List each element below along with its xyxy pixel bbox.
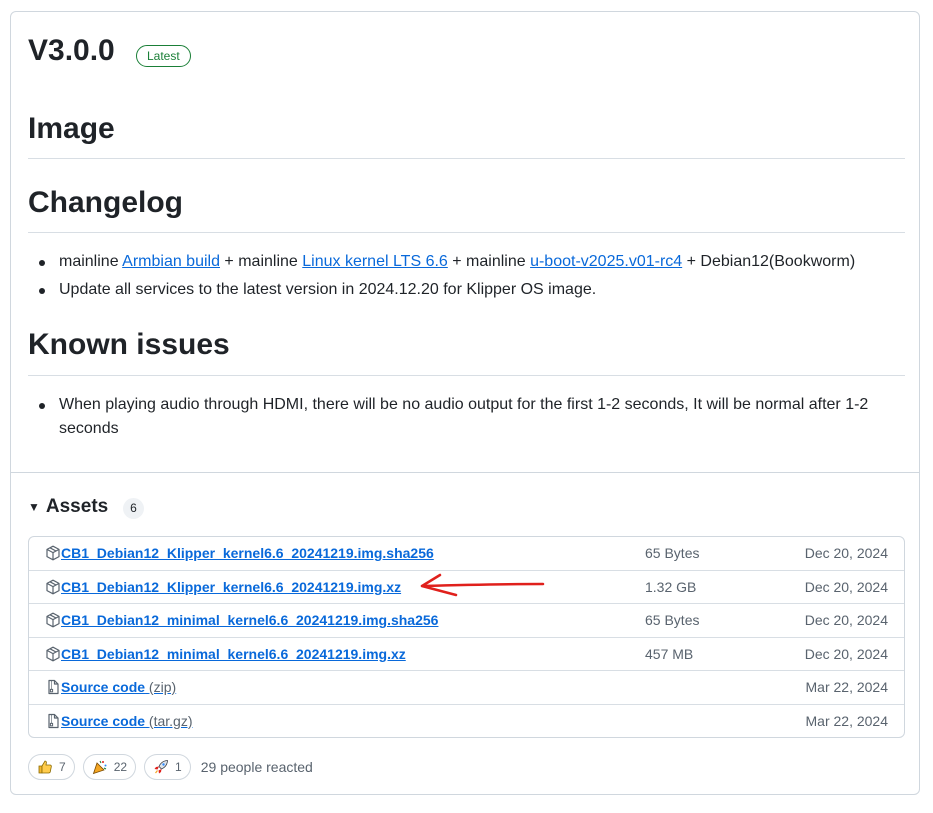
package-icon: [46, 646, 60, 661]
heading-known-issues: Known issues: [28, 328, 230, 361]
heading-divider: [28, 375, 905, 376]
asset-link[interactable]: Source code (tar.gz): [61, 713, 193, 729]
asset-name: Source code: [61, 712, 146, 729]
annotation-arrow: [420, 573, 545, 597]
file-zip-icon: [48, 679, 59, 695]
list-item: mainline Armbian build + mainline Linux …: [28, 250, 898, 274]
asset-row: CB1_Debian12_minimal_kernel6.6_20241219.…: [29, 604, 904, 638]
latest-badge: Latest: [136, 45, 191, 67]
triangle-down-icon: ▼: [28, 500, 40, 514]
reaction-count: 7: [59, 760, 66, 774]
asset-size: 65 Bytes: [645, 612, 700, 628]
release-card: V3.0.0 Latest Image Changelog mainline A…: [10, 11, 920, 795]
rocket-icon: [154, 760, 168, 774]
asset-row: CB1_Debian12_minimal_kernel6.6_20241219.…: [29, 638, 904, 671]
package-icon: [46, 545, 60, 561]
asset-name: CB1_Debian12_Klipper_kernel6.6_20241219.…: [61, 545, 434, 561]
asset-name: Source code: [61, 679, 146, 695]
reaction-count: 1: [175, 760, 182, 774]
file-zip-icon: [48, 713, 59, 728]
asset-name: CB1_Debian12_minimal_kernel6.6_20241219.…: [61, 612, 439, 628]
list-text: + Debian12(Bookworm): [682, 253, 856, 270]
asset-date: Dec 20, 2024: [804, 645, 888, 662]
reaction-hooray-button[interactable]: 22: [82, 754, 137, 780]
asset-link[interactable]: CB1_Debian12_Klipper_kernel6.6_20241219.…: [61, 579, 401, 595]
heading-divider: [28, 232, 905, 233]
assets-label: Assets: [45, 496, 109, 517]
heading-image: Image: [28, 112, 115, 145]
armbian-build-link[interactable]: Armbian build: [122, 253, 220, 270]
list-item: Update all services to the latest versio…: [28, 278, 898, 302]
asset-size: 1.32 GB: [645, 578, 697, 595]
package-icon: [46, 612, 60, 628]
asset-name: CB1_Debian12_minimal_kernel6.6_20241219.…: [61, 645, 406, 662]
changelog-list: mainline Armbian build + mainline Linux …: [28, 250, 898, 306]
asset-row: Source code (tar.gz) Mar 22, 2024: [29, 705, 904, 739]
asset-link[interactable]: CB1_Debian12_minimal_kernel6.6_20241219.…: [61, 612, 438, 628]
asset-ext: (zip): [148, 679, 177, 695]
asset-link[interactable]: Source code (zip): [61, 679, 176, 695]
list-text: + mainline: [447, 253, 531, 270]
section-divider: [11, 472, 919, 473]
asset-ext: (tar.gz): [148, 712, 193, 729]
assets-list: CB1_Debian12_Klipper_kernel6.6_20241219.…: [28, 536, 905, 738]
u-boot-link[interactable]: u-boot-v2025.v01-rc4: [530, 253, 682, 270]
known-issues-list: When playing audio through HDMI, there w…: [28, 393, 898, 445]
asset-row: CB1_Debian12_Klipper_kernel6.6_20241219.…: [29, 537, 904, 571]
release-title[interactable]: V3.0.0: [28, 34, 115, 68]
reaction-count: 22: [113, 760, 128, 774]
list-text: mainline: [59, 253, 123, 270]
reaction-rocket-button[interactable]: 1: [144, 754, 191, 780]
asset-date: Dec 20, 2024: [804, 578, 888, 595]
list-item: When playing audio through HDMI, there w…: [28, 393, 898, 441]
thumbs-up-icon: [38, 760, 52, 774]
asset-date: Mar 22, 2024: [805, 679, 889, 695]
asset-link[interactable]: CB1_Debian12_minimal_kernel6.6_20241219.…: [61, 646, 406, 662]
asset-row: Source code (zip) Mar 22, 2024: [29, 671, 904, 705]
reactions-summary: 29 people reacted: [200, 759, 313, 775]
assets-count-badge: 6: [123, 498, 144, 519]
heading-divider: [28, 158, 905, 159]
asset-link[interactable]: CB1_Debian12_Klipper_kernel6.6_20241219.…: [61, 545, 434, 561]
asset-date: Mar 22, 2024: [805, 712, 889, 729]
asset-date: Dec 20, 2024: [804, 612, 888, 628]
asset-size: 65 Bytes: [645, 545, 700, 561]
asset-size: 457 MB: [645, 645, 694, 662]
party-popper-icon: [92, 760, 107, 775]
list-text: + mainline: [219, 253, 303, 270]
asset-date: Dec 20, 2024: [804, 545, 888, 561]
asset-name: CB1_Debian12_Klipper_kernel6.6_20241219.…: [61, 578, 402, 595]
assets-toggle[interactable]: ▼ Assets: [28, 496, 108, 518]
package-icon: [46, 579, 60, 594]
linux-kernel-link[interactable]: Linux kernel LTS 6.6: [302, 253, 448, 270]
reactions-bar: 7 22 1 29 people reacted: [28, 754, 313, 780]
heading-changelog: Changelog: [28, 186, 183, 219]
reaction-thumbs-up-button[interactable]: 7: [28, 754, 75, 780]
